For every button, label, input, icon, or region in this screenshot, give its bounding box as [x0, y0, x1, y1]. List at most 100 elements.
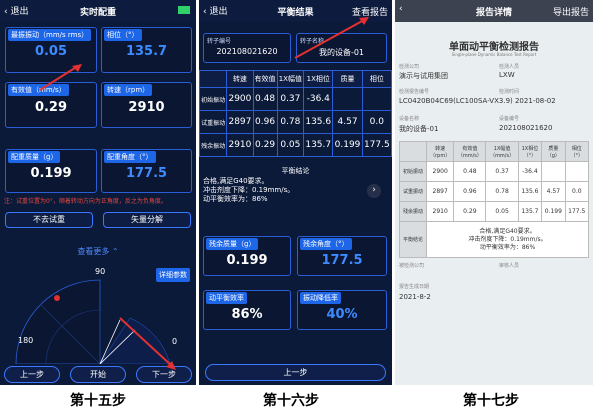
table-cell: 0.96 — [252, 110, 278, 134]
vibration-drop-value: 40% — [326, 307, 358, 322]
table-cell: -36.4 — [303, 87, 334, 111]
conclusion-line: 合格,满足G40要求。 — [479, 227, 536, 235]
table-cell: 2910 — [426, 201, 455, 222]
report-date-value: 2021-8-2 — [399, 293, 431, 301]
residual-mass-value: 0.199 — [226, 253, 268, 268]
conclusion-line: 冲击剂度下降：0.19mm/s。 — [468, 235, 547, 243]
table-row: 残余振动 2910 0.29 0.05 135.7 0.199 177.5 — [199, 133, 392, 157]
table-cell: 0.29 — [252, 133, 278, 157]
table-row: 试重振动 2897 0.96 0.78 135.6 4.57 0.0 — [398, 181, 590, 202]
conclusion-line: 合格,满足G40要求。 — [203, 177, 269, 185]
red-arrow-report-icon — [294, 19, 365, 59]
residual-mass-label: 残余质量（g） — [206, 238, 259, 250]
table-cell — [361, 87, 392, 111]
vibration-drop-card: 振动降低率 40% — [297, 290, 387, 330]
table-cell: 0.48 — [453, 161, 487, 182]
device-name-label: 设备名称 — [399, 116, 420, 122]
table-row: 残余振动 2910 0.29 0.05 135.7 0.199 177.5 — [398, 201, 590, 222]
device-name-value: 我的设备-01 — [399, 125, 439, 133]
table-cell: 0.199 — [541, 201, 566, 222]
export-report-button[interactable]: 导出报告 — [553, 5, 589, 18]
chevron-right-icon[interactable]: › — [367, 184, 381, 198]
conclusion-line: 动平衡效率为：86% — [479, 243, 536, 251]
screen-realtime-weighting: ‹ 退出 实时配重 最振振动（mm/s rms） 0.05 相位（°） 135.… — [0, 0, 196, 385]
org-label: 检测公司 — [399, 64, 420, 70]
table-cell: 4.57 — [541, 181, 566, 202]
table-row: 初始振动 2900 0.48 0.37 -36.4 — [398, 161, 590, 182]
conclusion-title: 平衡结论 — [281, 167, 310, 175]
table-cell: 0.05 — [485, 201, 519, 222]
test-time-label: 检测时间 — [499, 89, 520, 95]
person-label: 检测人员 — [499, 64, 520, 70]
table-cell — [564, 161, 590, 182]
table-cell: 135.7 — [517, 201, 543, 222]
balance-efficiency-label: 动平衡效率 — [206, 292, 247, 304]
vibration-drop-label: 振动降低率 — [300, 292, 341, 304]
person-value: LXW — [499, 71, 515, 79]
table-header-cell: 1X幅值 — [276, 70, 305, 88]
table-cell: 2900 — [226, 87, 254, 111]
table-header-cell: 质量 — [332, 70, 363, 88]
table-cell: 0.37 — [485, 161, 519, 182]
report-subtitle: Single-plane Dynamic Balance Test Report — [451, 52, 537, 57]
instruction-figure: ‹ 退出 实时配重 最振振动（mm/s rms） 0.05 相位（°） 135.… — [0, 0, 593, 414]
reviewer-label: 审核人员 — [499, 263, 520, 269]
table-cell: 135.7 — [303, 133, 334, 157]
conclusion-line: 冲击剂度下降：0.19mm/s。 — [203, 186, 295, 194]
prev-button[interactable]: 上一步 — [205, 364, 386, 381]
residual-angle-card: 残余角度（°） 177.5 — [297, 236, 387, 276]
table-header-cell — [199, 70, 228, 88]
table-header-cell: 1X相位 （°） — [517, 141, 543, 162]
step-caption: 第十六步 — [263, 393, 319, 409]
table-cell: 0.78 — [276, 110, 305, 134]
table-cell: 2897 — [226, 110, 254, 134]
table-header-cell: 相位 （°） — [564, 141, 590, 162]
conclusion-text: 合格,满足G40要求。 冲击剂度下降：0.19mm/s。 动平衡效率为：86% — [203, 177, 363, 204]
table-cell: 2897 — [426, 181, 455, 202]
row-label: 初始振动 — [398, 161, 428, 182]
table-cell: 0.37 — [276, 87, 305, 111]
report-date-label: 报告生成日期 — [399, 284, 430, 290]
arrow-overlay — [39, 64, 176, 370]
red-arrow-next-icon — [119, 317, 173, 367]
conclusion-line: 动平衡效率为：86% — [203, 195, 268, 203]
residual-angle-value: 177.5 — [321, 253, 363, 268]
table-cell: 135.6 — [303, 110, 334, 134]
table-header-cell: 质量 （g） — [541, 141, 566, 162]
table-cell: 0.29 — [453, 201, 487, 222]
table-header-cell: 有效值 （mm/s） — [453, 141, 487, 162]
device-no-value: 202108021620 — [499, 124, 553, 132]
table-cell: 0.48 — [252, 87, 278, 111]
report-id-value: LC0420B04C69(LC100SA-VX3.9) 2021-08-02 — [399, 97, 556, 105]
table-header-cell: 转速 — [226, 70, 254, 88]
table-cell: 0.96 — [453, 181, 487, 202]
screen-balance-result: ‹ 退出 平衡结果 查看报告 转子编号 202108021620 转子名称 我的… — [199, 0, 392, 385]
table-header-cell: 有效值 — [252, 70, 278, 88]
conclusion-row: 平衡结论 合格,满足G40要求。 冲击剂度下降：0.19mm/s。 动平衡效率为… — [398, 221, 589, 258]
row-label: 初始振动 — [199, 87, 228, 111]
table-cell: 0.78 — [485, 181, 519, 202]
table-header-row: 转速 有效值 1X幅值 1X相位 质量 相位 — [199, 70, 392, 88]
table-cell: 0.0 — [361, 110, 392, 134]
table-cell: 0.199 — [332, 133, 363, 157]
table-header-cell: 相位 — [361, 70, 392, 88]
row-label: 试重振动 — [199, 110, 228, 134]
table-header-cell: 1X相位 — [303, 70, 334, 88]
result-table: 转速 有效值 1X幅值 1X相位 质量 相位 初始振动 2900 0.48 0.… — [199, 70, 392, 157]
table-cell: 4.57 — [332, 110, 363, 134]
table-row: 初始振动 2900 0.48 0.37 -36.4 — [199, 87, 392, 111]
table-cell — [332, 87, 363, 111]
device-no-label: 设备编号 — [499, 116, 520, 122]
table-header-cell: 转速 （rpm） — [426, 141, 455, 162]
report-title: 单面动平衡检测报告 — [449, 42, 539, 53]
red-arrow-icon — [39, 65, 79, 91]
report-table: 转速 （rpm） 有效值 （mm/s） 1X幅值 （mm/s） 1X相位 （°）… — [398, 141, 590, 258]
balance-efficiency-card: 动平衡效率 86% — [203, 290, 291, 330]
table-cell: 2900 — [426, 161, 455, 182]
row-label: 试重振动 — [398, 181, 428, 202]
screen-report-detail: ‹ 报告详情 导出报告 单面动平衡检测报告 Single-plane Dynam… — [395, 0, 593, 385]
table-cell: 0.0 — [564, 181, 590, 202]
row-label: 残余振动 — [199, 133, 228, 157]
table-cell: 135.6 — [517, 181, 543, 202]
table-cell: 177.5 — [361, 133, 392, 157]
